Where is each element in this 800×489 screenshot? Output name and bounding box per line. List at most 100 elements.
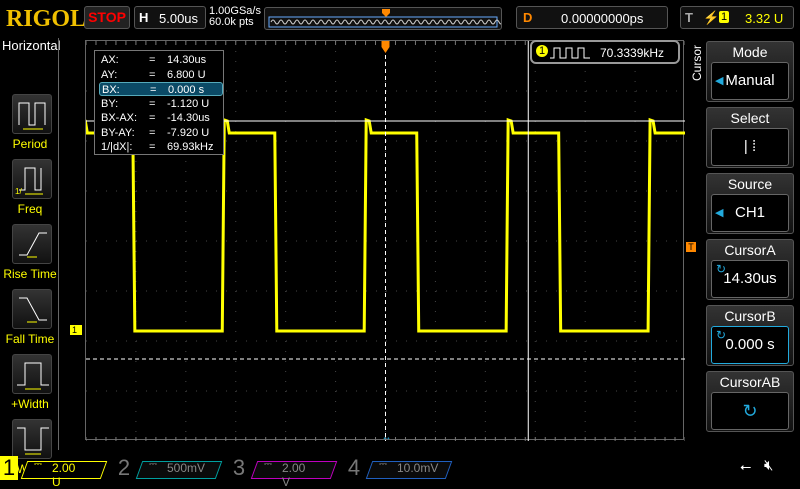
menu-label: Mode — [732, 44, 768, 60]
measure-fall-time-button[interactable] — [12, 289, 52, 329]
menu-select-button[interactable]: Select | ⁞ — [706, 107, 794, 168]
freq-channel: 1 — [536, 45, 549, 57]
channel-number: 3 — [232, 455, 246, 480]
channel-number: 4 — [347, 455, 361, 480]
run-stop-button[interactable]: STOP — [84, 6, 130, 29]
menu-value: Manual — [725, 72, 775, 89]
menu-value: CH1 — [734, 204, 765, 221]
freq-value: 70.3339kHz — [600, 46, 665, 60]
measure-period-button[interactable] — [12, 94, 52, 134]
menu-label: CursorAB — [719, 374, 781, 390]
cursor-value: -7.920 U — [167, 126, 210, 139]
menu-value-box: ↻ — [711, 392, 789, 430]
t-label: T — [685, 10, 693, 25]
dc-coupling-icon: ⎓ — [264, 459, 272, 470]
measure-width-button[interactable] — [12, 419, 52, 459]
cursor-label: BX-AX: — [101, 112, 138, 124]
freq-icon: 1/ — [15, 167, 43, 196]
cursor-label: BY: — [101, 97, 119, 110]
channel-number: 1 — [0, 456, 18, 480]
cursor-eq: = — [149, 68, 156, 81]
channel-bar: ⭠ 🔇︎ 1 ⎓ 2.00 U 2 ⎓ 500mV 3 ⎓ 2.00 V 4 ⎓ 10.0mV — [0, 455, 800, 489]
menu-label: Select — [730, 110, 770, 126]
cursor-row: AX: = 14.30us — [99, 53, 223, 67]
cursor-value: -1.120 U — [167, 97, 210, 110]
cursor-value: -14.30us — [167, 112, 210, 124]
memory-depth: 60.0k pts — [209, 16, 254, 28]
trigger-level: 3.32 U — [745, 11, 784, 26]
cursor-readout-panel: AX: = 14.30us AY: = 6.800 U BX: = 0.000 s BY: = -1.… — [94, 50, 224, 155]
cursor-row: 1/|dX|: = 69.93kHz — [99, 140, 223, 154]
acquisition-info: 1.00GSa/s 60.0k pts — [209, 6, 261, 28]
timebase-box[interactable]: H 5.00us — [134, 6, 206, 29]
cursor-row: AY: = 6.800 U — [99, 68, 223, 82]
cursor-value: 69.93kHz — [167, 141, 214, 153]
menu-value-box: ◀ CH1 — [711, 194, 789, 232]
menu-source-button[interactable]: Source ◀ CH1 — [706, 173, 794, 234]
rotate-knob-icon: ↻ — [742, 401, 758, 421]
menu-value: 14.30us — [723, 270, 777, 287]
menu-cursorb-button[interactable]: CursorB ↻ 0.000 s — [706, 305, 794, 366]
right-menu-title: Cursor — [690, 45, 704, 82]
cursor-eq: = — [149, 112, 156, 124]
dc-coupling-icon: ⎓ — [34, 459, 42, 470]
channel-number: 2 — [117, 455, 131, 480]
measure-label: +Width — [11, 397, 49, 411]
delay-value: 0.00000000ps — [561, 11, 644, 26]
cursor-eq: = — [149, 97, 156, 110]
fall-time-icon — [19, 297, 47, 323]
memory-overview[interactable] — [264, 7, 504, 30]
dc-coupling-icon: ⎓ — [149, 459, 157, 470]
measure-label: Freq — [17, 202, 43, 216]
measure-label: Fall Time — [5, 332, 55, 346]
cursor-value: 6.800 U — [167, 68, 206, 81]
rotate-knob-icon: ↻ — [716, 262, 727, 276]
menu-value: | ⁞ — [743, 138, 757, 155]
cursor-label: AY: — [101, 68, 118, 81]
frequency-counter: 1 70.3339kHz — [530, 40, 680, 64]
dc-coupling-icon: ⎓ — [379, 459, 387, 470]
menu-cursora-button[interactable]: CursorA ↻ 14.30us — [706, 239, 794, 300]
menu-value-box: ↻ 0.000 s — [711, 326, 789, 364]
cursor-label: BY-AY: — [101, 126, 135, 139]
d-label: D — [523, 10, 533, 25]
channel-scale: 10.0mV — [397, 461, 439, 475]
cursor-label: AX: — [101, 54, 119, 66]
cursor-row: BY: = -1.120 U — [99, 97, 223, 111]
svg-text:1/: 1/ — [15, 187, 22, 196]
measure-label: Rise Time — [3, 267, 57, 281]
rotate-knob-icon: ↻ — [716, 328, 727, 342]
menu-cursorab-button[interactable]: CursorAB ↻ — [706, 371, 794, 432]
cursor-arrow-icon: ↔ — [382, 432, 392, 441]
minus-width-icon — [17, 427, 49, 455]
cursor-label: BX: — [102, 84, 120, 96]
cursor-value: 0.000 s — [168, 84, 205, 96]
menu-value: 0.000 s — [725, 336, 775, 353]
cursor-label: 1/|dX|: — [101, 141, 133, 153]
measure-rise-time-button[interactable] — [12, 224, 52, 264]
measure-width-button[interactable] — [12, 354, 52, 394]
usb-icon: ⭠ — [740, 458, 752, 474]
trigger-position-icon — [382, 9, 390, 17]
speaker-mute-icon: 🔇︎ — [764, 457, 774, 474]
memory-waveform-icon — [268, 9, 504, 28]
measure-freq-button[interactable]: 1/ — [12, 159, 52, 199]
channel-scale: 2.00 U — [52, 461, 76, 489]
trigger-box[interactable]: T ⚡ 1 3.32 U — [680, 6, 794, 29]
cursor-row: BX-AX: = -14.30us — [99, 111, 223, 125]
menu-value-box: | ⁞ — [711, 128, 789, 166]
left-arrow-icon: ◀ — [715, 207, 724, 219]
delay-box[interactable]: D 0.00000000ps — [516, 6, 668, 29]
ch1-level-marker[interactable]: 1 — [70, 325, 82, 335]
menu-value-box: ↻ 14.30us — [711, 260, 789, 298]
rising-edge-icon: ⚡ — [703, 10, 720, 25]
menu-mode-button[interactable]: Mode ◀ Manual — [706, 41, 794, 102]
left-arrow-icon: ◀ — [715, 75, 724, 87]
trigger-level-marker[interactable]: T — [686, 242, 696, 252]
trigger-source: 1 — [719, 11, 730, 23]
measure-menu: Period1/FreqRise TimeFall Time+Width-Wid… — [0, 38, 60, 476]
plus-width-icon — [17, 362, 49, 390]
cursor-eq: = — [149, 54, 156, 66]
cursor-eq: = — [149, 141, 156, 153]
period-icon — [18, 102, 46, 130]
